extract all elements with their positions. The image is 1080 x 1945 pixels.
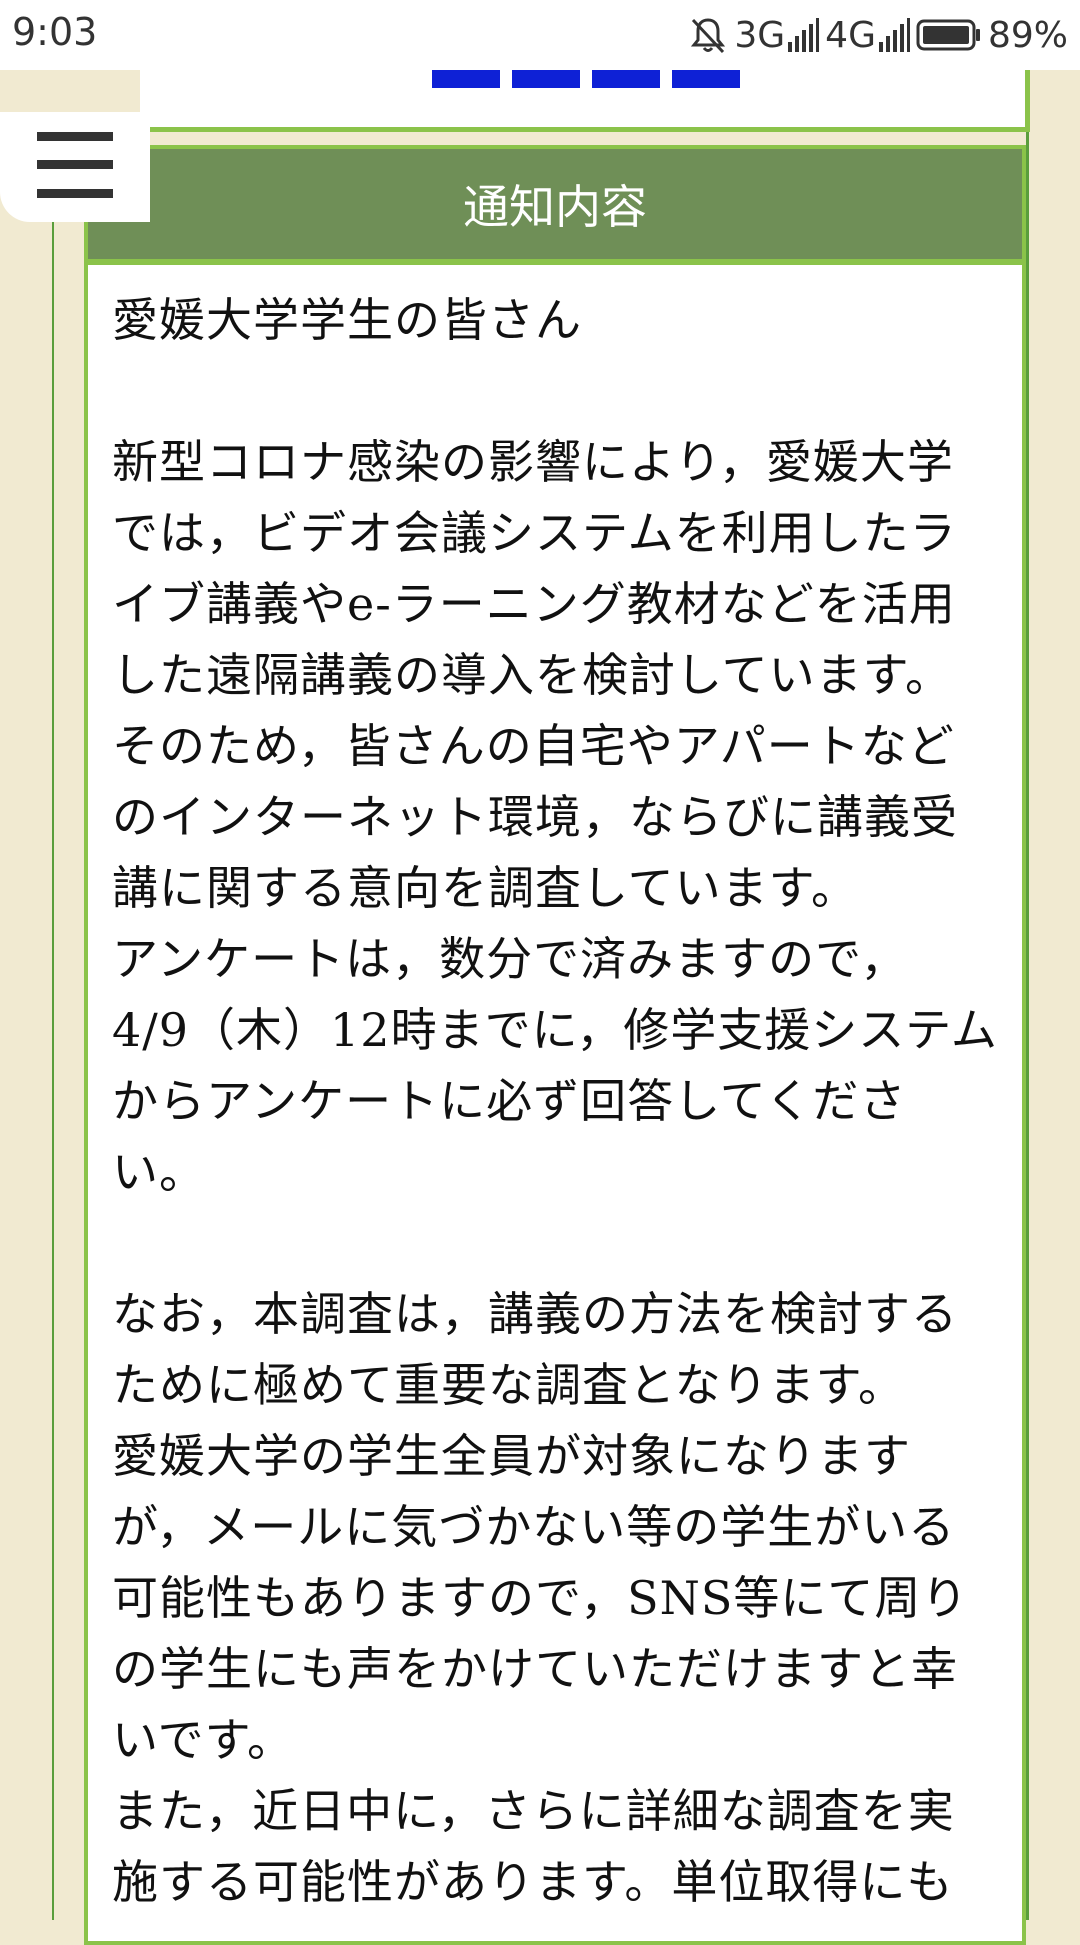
hamburger-menu-icon [37,132,113,202]
network-4g-label: 4G [825,14,876,56]
text-line: 4/9（木）12時までに，修学支援システム [112,1003,998,1057]
text-line: からアンケートに必ず回答してくださ [112,1074,907,1128]
text-line: の学生にも声をかけていただけますと幸 [112,1642,958,1696]
network-4g: 4G [825,15,910,56]
text-line: のインターネット環境，ならびに講義受 [112,790,958,844]
text-line: また，近日中に，さらに詳細な調査を実 [112,1784,955,1838]
page-indicator-dash[interactable] [512,70,580,88]
page-indicator-dash[interactable] [672,70,740,88]
page-indicator [432,70,740,88]
text-line: 講に関する意向を調査しています。 [112,861,859,915]
network-3g: 3G [734,14,820,56]
text-line: した遠隔講義の導入を検討しています。 [112,648,953,702]
notification-body: 愛媛大学学生の皆さん 新型コロナ感染の影響により，愛媛大学 では，ビデオ会議シス… [88,265,1022,1918]
network-3g-label: 3G [734,14,786,56]
notification-panel: 通知内容 愛媛大学学生の皆さん 新型コロナ感染の影響により，愛媛大学 では，ビデ… [84,145,1026,1945]
frame-left-line [52,200,54,1920]
text-line: 愛媛大学の学生全員が対象になります [112,1429,911,1483]
text-line: ために極めて重要な調査となります。 [112,1358,906,1412]
signal-icon [878,18,910,52]
menu-button[interactable] [0,112,150,222]
greeting: 愛媛大学学生の皆さん [112,293,582,347]
text-line: アンケートは，数分で済みますので， [112,932,908,986]
text-line: 新型コロナ感染の影響により，愛媛大学 [112,435,954,489]
paragraph-2: なお，本調査は，講義の方法を検討する ために極めて重要な調査となります。 愛媛大… [112,1279,1002,1918]
text-line: 施する可能性があります。単位取得にも [112,1855,954,1909]
frame-right-line [1026,70,1029,1920]
battery-percent: 89% [987,14,1068,56]
text-line: イブ講義やe-ラーニング教材などを活用 [112,577,956,631]
status-icons: 3G 4G 89% [688,10,1068,60]
text-line: そのため，皆さんの自宅やアパートなど [112,719,955,773]
status-time: 9:03 [12,10,98,54]
page-indicator-dash[interactable] [432,70,500,88]
page-indicator-dash[interactable] [592,70,660,88]
battery-icon [916,18,982,52]
text-line: いです。 [112,1713,295,1767]
text-line: なお，本調査は，講義の方法を検討する [112,1287,958,1341]
bell-off-icon [688,15,728,55]
text-line: が，メールに気づかない等の学生がいる [112,1500,956,1554]
signal-icon [787,18,820,52]
text-line: 可能性もありますので，SNS等にて周り [112,1571,969,1625]
status-bar: 9:03 3G 4G 89% [0,0,1080,70]
text-line: では，ビデオ会議システムを利用したラ [112,506,957,560]
panel-title: 通知内容 [463,180,647,234]
panel-header: 通知内容 [88,149,1022,265]
paragraph-1: 新型コロナ感染の影響により，愛媛大学 では，ビデオ会議システムを利用したラ イブ… [112,427,1002,1208]
text-line: い。 [112,1145,206,1199]
